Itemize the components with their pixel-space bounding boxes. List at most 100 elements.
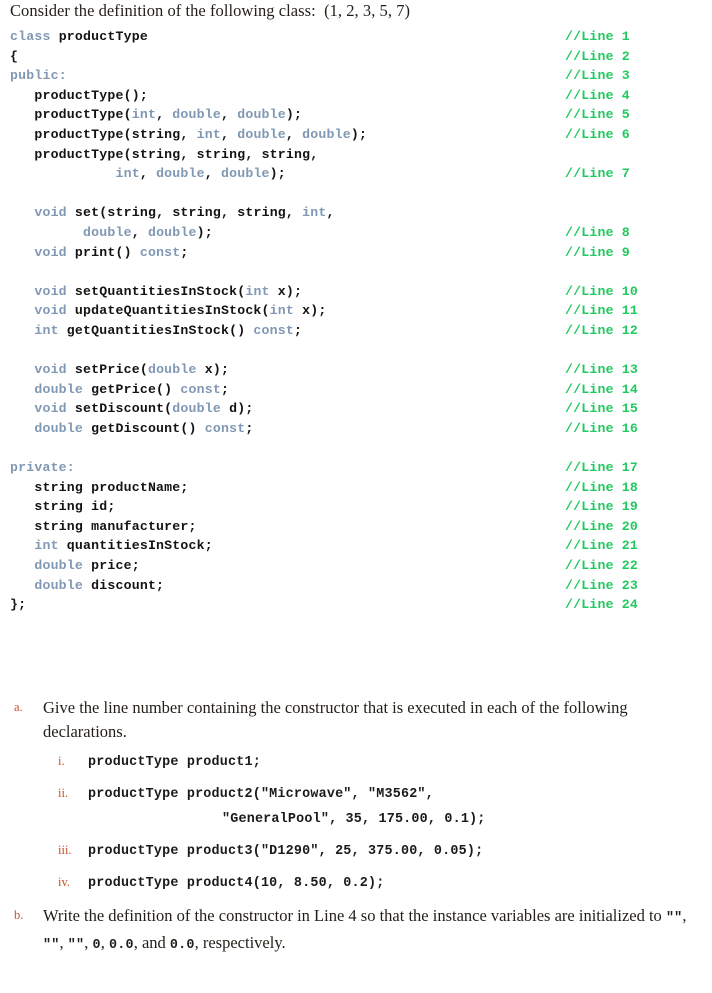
code-line: private: //Line 17 bbox=[0, 458, 712, 478]
question-b-sep5: , and bbox=[133, 932, 170, 952]
code-identifier bbox=[10, 225, 83, 240]
code-line-source: { bbox=[10, 47, 18, 67]
subitem-code-i: productType product1; bbox=[88, 755, 261, 770]
code-identifier: ; bbox=[220, 381, 230, 397]
code-line: double getDiscount() const; //Line 16 bbox=[0, 419, 712, 439]
code-keyword: double bbox=[83, 224, 132, 240]
code-identifier: ); bbox=[196, 224, 213, 240]
code-line: class productType //Line 1 bbox=[0, 27, 712, 47]
code-line: void setDiscount(double d); //Line 15 bbox=[0, 399, 712, 419]
code-identifier: , bbox=[204, 166, 221, 182]
code-identifier: getPrice() bbox=[83, 381, 181, 397]
code-identifier: { bbox=[10, 48, 19, 64]
code-line: productType(int, double, double); //Line … bbox=[0, 105, 712, 125]
code-line: { //Line 2 bbox=[0, 47, 712, 67]
code-line-comment: //Line 18 bbox=[565, 479, 639, 495]
code-identifier: , bbox=[221, 205, 238, 221]
code-line-source: void setDiscount(double d); bbox=[10, 399, 253, 419]
code-identifier: , bbox=[245, 146, 262, 162]
code-identifier: quantitiesInStock; bbox=[58, 538, 213, 554]
code-identifier: , bbox=[156, 205, 173, 221]
code-identifier: setDiscount( bbox=[66, 401, 173, 417]
code-keyword: double bbox=[220, 166, 270, 182]
code-identifier: print() bbox=[66, 244, 140, 260]
subitem-code-ii: productType product2("Microwave", "M3562… bbox=[0, 782, 712, 832]
code-line-comment: //Line 5 bbox=[565, 107, 630, 123]
question-b-code5: 0.0 bbox=[108, 937, 134, 953]
code-line-source: int getQuantitiesInStock() const; bbox=[10, 321, 302, 341]
code-identifier: productType bbox=[58, 29, 148, 44]
code-identifier: discount; bbox=[83, 577, 165, 593]
code-identifier bbox=[10, 401, 34, 416]
code-identifier: ); bbox=[285, 107, 303, 123]
code-line-comment: //Line 10 bbox=[565, 283, 639, 299]
code-keyword: int bbox=[245, 283, 270, 299]
code-keyword: void bbox=[34, 283, 67, 299]
code-identifier bbox=[10, 303, 34, 318]
code-line-source: string manufacturer; bbox=[10, 517, 197, 537]
code-line: int getQuantitiesInStock() const; //Line … bbox=[0, 321, 712, 341]
question-b-part2: , respectively. bbox=[194, 932, 286, 952]
code-identifier: , bbox=[285, 205, 303, 221]
code-keyword: double bbox=[34, 420, 84, 436]
code-keyword: const bbox=[204, 420, 246, 436]
code-line-comment: //Line 3 bbox=[565, 68, 630, 84]
code-line-source: double, double); bbox=[10, 223, 213, 243]
code-line-source: void updateQuantitiesInStock(int x); bbox=[10, 301, 326, 321]
question-b-code3: "" bbox=[67, 937, 85, 953]
code-line: productType(string, int, double, double)… bbox=[0, 125, 712, 145]
code-line-source: public: bbox=[10, 66, 67, 86]
code-line-comment: //Line 8 bbox=[565, 224, 630, 240]
code-keyword: double bbox=[237, 107, 286, 123]
code-identifier: getQuantitiesInStock() bbox=[58, 322, 254, 338]
code-line-comment: //Line 17 bbox=[565, 460, 639, 476]
code-line-comment: //Line 2 bbox=[565, 48, 630, 64]
code-line-source: class productType bbox=[10, 27, 148, 47]
question-b-code1: "" bbox=[665, 911, 683, 926]
subitem-marker-ii: ii. bbox=[58, 786, 69, 800]
code-identifier: string bbox=[34, 518, 84, 534]
code-keyword: class bbox=[10, 29, 59, 44]
code-line-comment: //Line 24 bbox=[565, 597, 639, 613]
code-line-comment: //Line 6 bbox=[565, 126, 630, 142]
code-block: class productType //Line 1 { //Line 2 public… bbox=[0, 27, 712, 615]
code-line-source: }; bbox=[10, 595, 26, 615]
code-line-comment: //Line 15 bbox=[565, 401, 639, 417]
code-line-comment: //Line 12 bbox=[565, 322, 639, 338]
code-line-source: double discount; bbox=[10, 576, 164, 596]
code-line-comment: //Line 19 bbox=[565, 499, 639, 515]
code-keyword: int bbox=[269, 303, 295, 319]
code-identifier bbox=[10, 323, 34, 338]
code-identifier: productType(); bbox=[10, 87, 148, 103]
code-identifier bbox=[10, 558, 34, 573]
code-keyword: void bbox=[34, 205, 67, 221]
question-a-text: Give the line number containing the cons… bbox=[43, 698, 628, 741]
code-identifier: ; bbox=[294, 322, 303, 338]
question-item-b: b. Write the definition of the construct… bbox=[0, 904, 712, 957]
code-identifier: productType( bbox=[10, 146, 132, 162]
code-identifier: , bbox=[285, 126, 303, 142]
code-identifier: string bbox=[34, 479, 84, 495]
subitem-marker-iii: iii. bbox=[58, 843, 72, 857]
code-keyword: double bbox=[172, 401, 221, 417]
code-keyword: public bbox=[10, 68, 59, 84]
code-identifier: , bbox=[156, 107, 173, 123]
code-keyword: : bbox=[66, 460, 75, 476]
code-line: void updateQuantitiesInStock(int x); //Li… bbox=[0, 301, 712, 321]
code-line: double, double); //Line 8 bbox=[0, 223, 712, 243]
code-line-source: string id; bbox=[10, 497, 116, 517]
code-identifier: set( bbox=[66, 205, 108, 221]
code-identifier: , bbox=[326, 205, 335, 221]
code-identifier bbox=[10, 382, 34, 397]
code-keyword: const bbox=[139, 244, 181, 260]
code-keyword: void bbox=[34, 362, 67, 378]
code-keyword: const bbox=[253, 322, 294, 338]
code-keyword: double bbox=[147, 224, 197, 240]
code-line-comment: //Line 14 bbox=[565, 381, 639, 397]
code-line-comment: //Line 21 bbox=[565, 538, 639, 554]
code-keyword: : bbox=[58, 68, 67, 84]
code-keyword: void bbox=[34, 244, 67, 260]
